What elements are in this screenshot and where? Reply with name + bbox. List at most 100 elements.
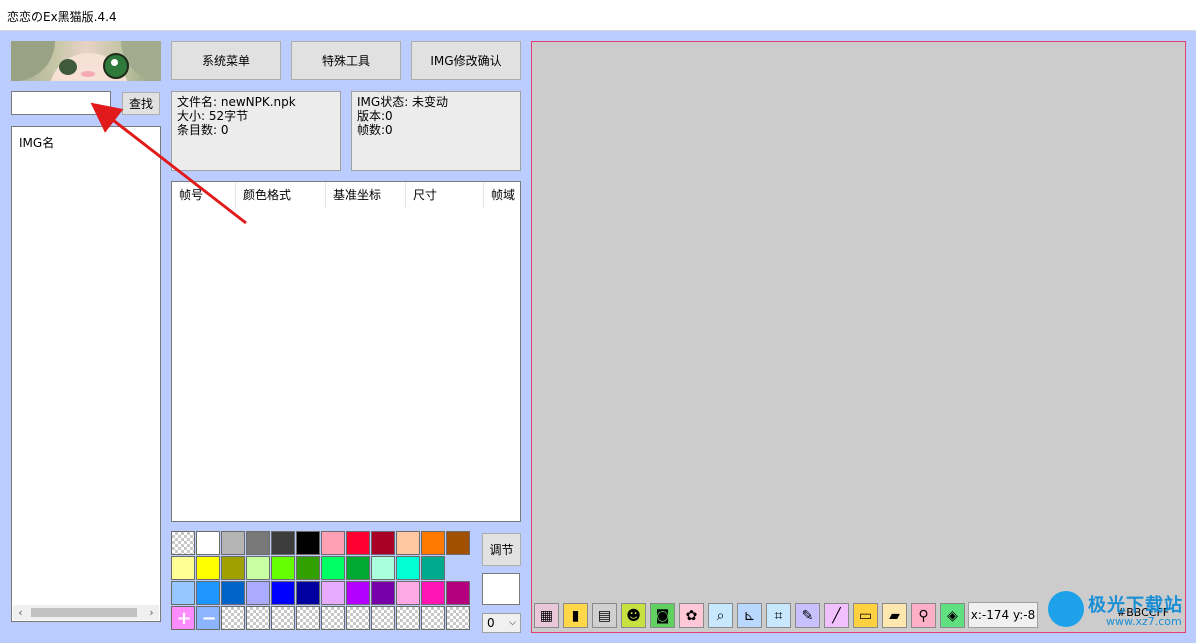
palette-swatch[interactable] (396, 581, 420, 605)
color-palette: + − (171, 531, 472, 632)
palette-swatch[interactable] (196, 556, 220, 580)
palette-swatch[interactable] (296, 531, 320, 555)
palette-swatch[interactable] (221, 556, 245, 580)
eraser-icon[interactable]: ▰ (882, 603, 907, 628)
window-title: 恋恋のEx黑猫版.4.4 (7, 10, 117, 24)
pencil-icon[interactable]: ✎ (795, 603, 820, 628)
palette-swatch[interactable] (346, 556, 370, 580)
palette-swatch[interactable] (196, 581, 220, 605)
film-icon[interactable]: ▤ (592, 603, 617, 628)
palette-swatch-empty[interactable] (421, 606, 445, 630)
img-list[interactable]: IMG名 ‹ › (11, 126, 161, 622)
palette-index-select[interactable]: 0 ⌵ (482, 613, 521, 633)
grid-image-icon[interactable]: ▦ (534, 603, 559, 628)
palette-swatch-empty[interactable] (246, 606, 270, 630)
paw-icon[interactable]: ✿ (679, 603, 704, 628)
img-confirm-button[interactable]: IMG修改确认 (411, 41, 521, 80)
axis-icon[interactable]: ⊾ (737, 603, 762, 628)
rectangle-icon[interactable]: ▭ (853, 603, 878, 628)
search-button[interactable]: 查找 (122, 92, 160, 115)
column-color-format[interactable]: 颜色格式 (236, 182, 326, 208)
palette-swatch[interactable] (321, 531, 345, 555)
scroll-right-icon[interactable]: › (144, 605, 159, 620)
palette-swatch[interactable] (321, 581, 345, 605)
adjust-button[interactable]: 调节 (482, 533, 521, 566)
palette-swatch-empty[interactable] (321, 606, 345, 630)
minus-icon: − (201, 608, 217, 629)
palette-swatch-empty[interactable] (296, 606, 320, 630)
palette-swatch[interactable] (371, 556, 395, 580)
frame-list[interactable]: 帧号 颜色格式 基准坐标 尺寸 帧域 (171, 181, 521, 522)
file-size-text: 大小: 52字节 (177, 109, 249, 123)
eyedropper-icon[interactable]: ⚲ (911, 603, 936, 628)
img-list-hscrollbar[interactable]: ‹ › (13, 605, 159, 620)
palette-bars-icon[interactable]: ▮ (563, 603, 588, 628)
system-menu-button[interactable]: 系统菜单 (171, 41, 281, 80)
palette-index-value: 0 (487, 616, 495, 630)
palette-swatch-empty[interactable] (396, 606, 420, 630)
palette-swatch[interactable] (371, 581, 395, 605)
column-base-coord[interactable]: 基准坐标 (326, 182, 406, 208)
palette-swatch (446, 556, 470, 580)
palette-swatch[interactable] (271, 531, 295, 555)
watermark-logo-icon (1048, 591, 1084, 627)
palette-swatch[interactable] (171, 531, 195, 555)
line-icon[interactable]: ╱ (824, 603, 849, 628)
palette-swatch[interactable] (446, 531, 470, 555)
crop-icon[interactable]: ⌗ (766, 603, 791, 628)
palette-swatch[interactable] (321, 556, 345, 580)
palette-swatch[interactable] (171, 556, 195, 580)
palette-swatch[interactable] (246, 531, 270, 555)
search-input[interactable] (11, 91, 111, 115)
chevron-down-icon: ⌵ (509, 618, 516, 628)
cat-icon[interactable]: ☻ (621, 603, 646, 628)
img-list-header: IMG名 (19, 136, 55, 150)
palette-swatch[interactable] (421, 581, 445, 605)
palette-swatch[interactable] (296, 556, 320, 580)
palette-swatch[interactable] (396, 531, 420, 555)
tag-icon[interactable]: ◈ (940, 603, 965, 628)
palette-swatch-empty[interactable] (446, 606, 470, 630)
img-info-panel: IMG状态: 未变动 版本:0 帧数:0 (351, 91, 521, 171)
palette-swatch[interactable] (246, 581, 270, 605)
palette-swatch[interactable] (396, 556, 420, 580)
file-name-text: 文件名: newNPK.npk (177, 95, 296, 109)
palette-swatch[interactable] (221, 581, 245, 605)
palette-swatch[interactable] (296, 581, 320, 605)
watermark-brand: 极光下载站 (1088, 595, 1183, 616)
palette-swatch[interactable] (171, 581, 195, 605)
palette-swatch-empty[interactable] (346, 606, 370, 630)
column-frame-number[interactable]: 帧号 (172, 182, 236, 208)
palette-swatch[interactable] (346, 531, 370, 555)
avatar (11, 41, 161, 81)
scroll-left-icon[interactable]: ‹ (13, 605, 28, 620)
column-size[interactable]: 尺寸 (406, 182, 484, 208)
palette-swatch[interactable] (221, 531, 245, 555)
entry-count-text: 条目数: 0 (177, 123, 229, 137)
palette-swatch[interactable] (371, 531, 395, 555)
add-color-button[interactable]: + (171, 606, 195, 630)
palette-swatch[interactable] (271, 556, 295, 580)
camera-icon[interactable]: ◙ (650, 603, 675, 628)
palette-swatch-empty[interactable] (271, 606, 295, 630)
title-bar: 恋恋のEx黑猫版.4.4 (0, 0, 1196, 31)
img-version-text: 版本:0 (357, 109, 393, 123)
palette-swatch-empty[interactable] (371, 606, 395, 630)
column-frame-domain[interactable]: 帧域 (484, 182, 520, 208)
palette-swatch[interactable] (421, 556, 445, 580)
palette-swatch-empty[interactable] (221, 606, 245, 630)
palette-swatch[interactable] (421, 531, 445, 555)
palette-swatch[interactable] (246, 556, 270, 580)
scroll-thumb[interactable] (31, 608, 137, 617)
remove-color-button[interactable]: − (196, 606, 220, 630)
palette-swatch[interactable] (346, 581, 370, 605)
magnifier-icon[interactable]: ⌕ (708, 603, 733, 628)
palette-swatch[interactable] (271, 581, 295, 605)
palette-swatch[interactable] (196, 531, 220, 555)
current-color-swatch[interactable] (482, 573, 520, 605)
special-tools-button[interactable]: 特殊工具 (291, 41, 401, 80)
image-canvas[interactable] (531, 41, 1186, 633)
img-frames-text: 帧数:0 (357, 123, 393, 137)
palette-swatch[interactable] (446, 581, 470, 605)
file-info-panel: 文件名: newNPK.npk 大小: 52字节 条目数: 0 (171, 91, 341, 171)
